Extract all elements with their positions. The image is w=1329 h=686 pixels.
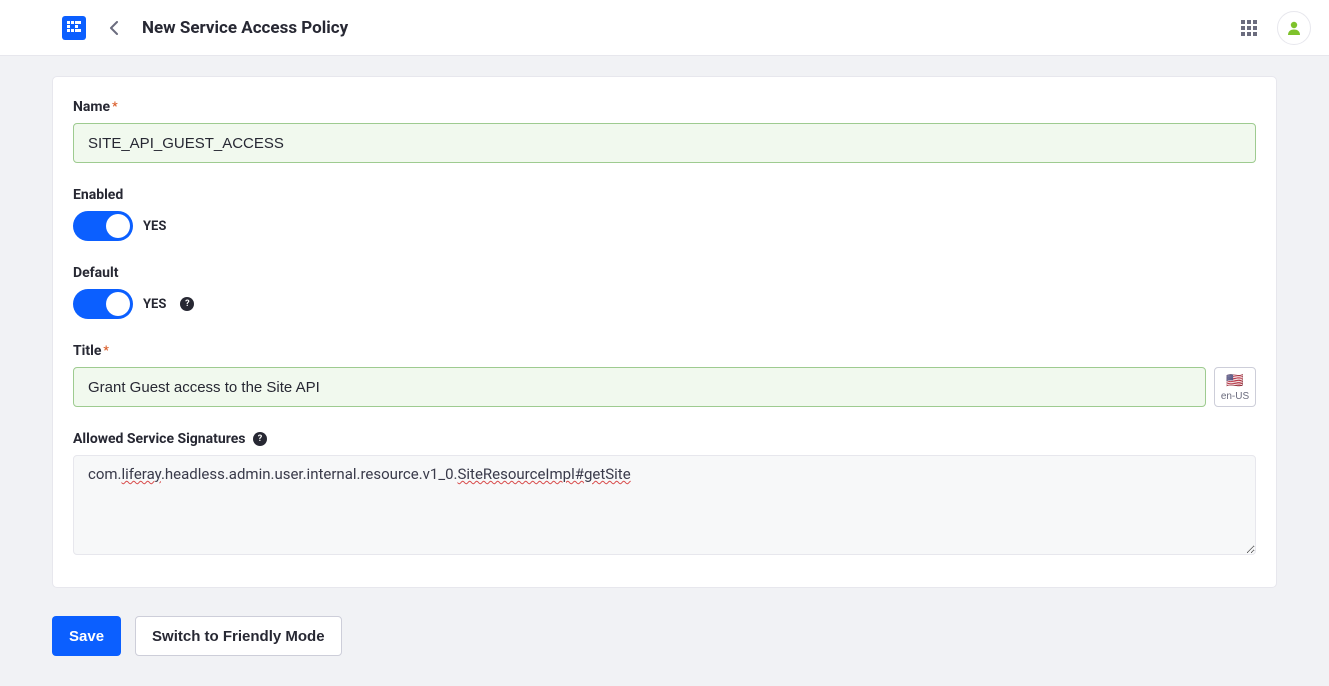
enabled-field-group: Enabled YES xyxy=(73,187,1256,241)
switch-mode-button[interactable]: Switch to Friendly Mode xyxy=(135,616,342,656)
name-label-text: Name xyxy=(73,99,110,115)
enabled-toggle-row: YES xyxy=(73,211,1256,241)
apps-menu-button[interactable] xyxy=(1235,14,1263,42)
brand-logo[interactable] xyxy=(62,16,86,40)
user-icon xyxy=(1286,20,1302,36)
signatures-field-group: Allowed Service Signatures ? com.liferay… xyxy=(73,431,1256,559)
form-panel: Name* Enabled YES Default YES ? Title* xyxy=(52,76,1277,588)
required-indicator: * xyxy=(112,99,117,113)
locale-selector[interactable]: 🇺🇸 en-US xyxy=(1214,367,1256,407)
help-icon[interactable]: ? xyxy=(253,432,267,446)
title-label: Title* xyxy=(73,343,109,359)
help-icon[interactable]: ? xyxy=(180,297,194,311)
locale-code-text: en-US xyxy=(1221,391,1249,402)
title-field-group: Title* 🇺🇸 en-US xyxy=(73,343,1256,407)
save-button[interactable]: Save xyxy=(52,616,121,656)
default-field-group: Default YES ? xyxy=(73,265,1256,319)
apps-grid-icon xyxy=(1241,20,1257,36)
enabled-label: Enabled xyxy=(73,187,123,203)
signatures-wrap: com.liferay.headless.admin.user.internal… xyxy=(73,455,1256,559)
title-row: 🇺🇸 en-US xyxy=(73,367,1256,407)
page-title: New Service Access Policy xyxy=(142,18,348,38)
name-input[interactable] xyxy=(73,123,1256,163)
footer-actions: Save Switch to Friendly Mode xyxy=(52,616,1277,656)
title-label-text: Title xyxy=(73,343,101,359)
enabled-toggle-text: YES xyxy=(143,219,166,234)
header-left: New Service Access Policy xyxy=(18,16,348,40)
required-indicator: * xyxy=(103,343,108,357)
flag-icon: 🇺🇸 xyxy=(1226,372,1243,389)
signatures-label: Allowed Service Signatures ? xyxy=(73,431,267,447)
back-button[interactable] xyxy=(104,18,124,38)
enabled-toggle[interactable] xyxy=(73,211,133,241)
name-field-group: Name* xyxy=(73,99,1256,163)
chevron-left-icon xyxy=(109,21,119,35)
default-toggle-text: YES xyxy=(143,297,166,312)
default-toggle-row: YES ? xyxy=(73,289,1256,319)
default-label: Default xyxy=(73,265,118,281)
title-input[interactable] xyxy=(73,367,1206,407)
page-header: New Service Access Policy xyxy=(0,0,1329,56)
content-container: Name* Enabled YES Default YES ? Title* xyxy=(0,56,1329,686)
signatures-label-text: Allowed Service Signatures xyxy=(73,431,245,447)
header-right xyxy=(1235,11,1311,45)
signatures-textarea[interactable]: com.liferay.headless.admin.user.internal… xyxy=(73,455,1256,555)
user-menu-button[interactable] xyxy=(1277,11,1311,45)
name-label: Name* xyxy=(73,99,118,115)
default-toggle[interactable] xyxy=(73,289,133,319)
brand-logo-icon xyxy=(66,20,82,36)
